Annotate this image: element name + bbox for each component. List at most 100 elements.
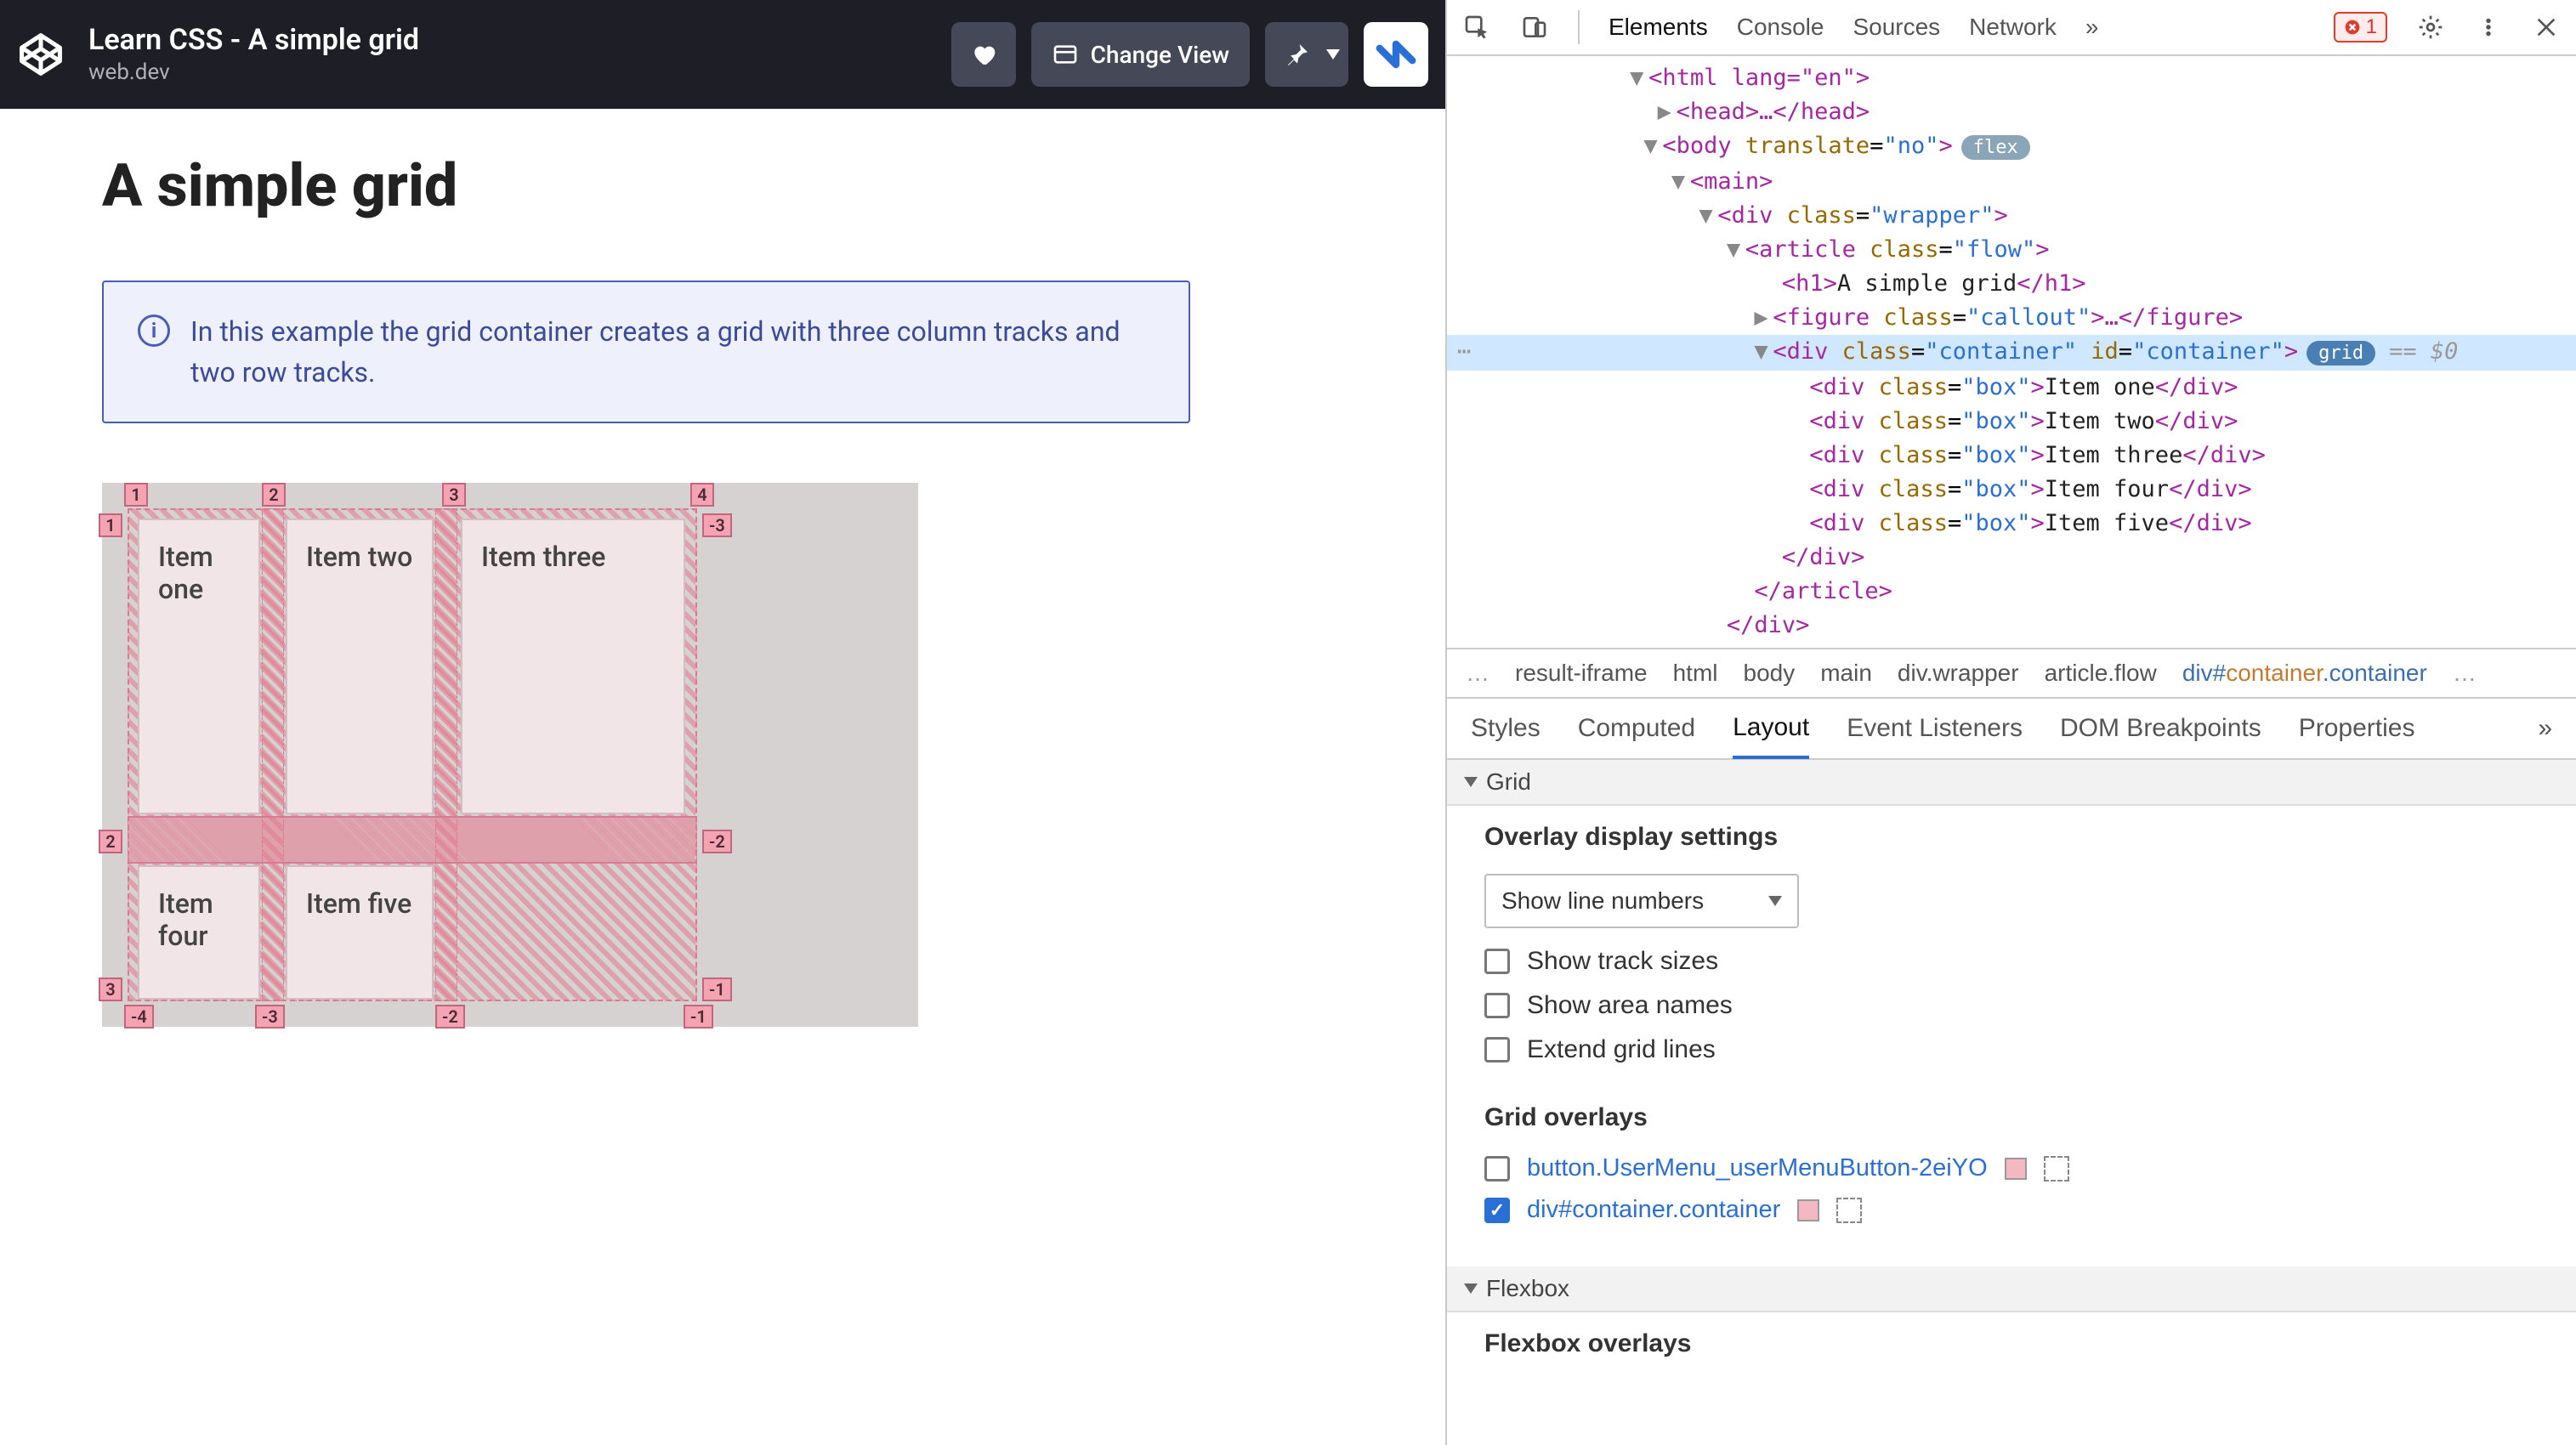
dom-line[interactable]: <div class="box">Item two</div>	[1447, 405, 2576, 439]
grid-container[interactable]: Item one Item two Item three Item four I…	[128, 508, 697, 1001]
error-count: 1	[2366, 15, 2377, 39]
overlay-label[interactable]: button.UserMenu_userMenuButton-2eiYO	[1527, 1154, 1988, 1182]
dom-line[interactable]: ▼<div class="wrapper">	[1447, 199, 2576, 233]
breadcrumb-ell-right[interactable]: …	[2453, 660, 2477, 687]
header-right: Change View	[951, 22, 1428, 87]
crumb[interactable]: main	[1820, 660, 1872, 687]
tab-network[interactable]: Network	[1969, 14, 2057, 41]
dom-line[interactable]: ▶<figure class="callout">…</figure>	[1447, 301, 2576, 335]
overlay-label[interactable]: div#container.container	[1527, 1196, 1780, 1224]
overlay-checkbox[interactable]	[1484, 1156, 1510, 1182]
inspect-icon[interactable]	[1462, 13, 1491, 42]
devtools-pane: Elements Console Sources Network » 1 ▼<h…	[1445, 0, 2576, 1445]
dom-line[interactable]: ▶<head>…</head>	[1447, 95, 2576, 129]
tab-elements[interactable]: Elements	[1609, 14, 1708, 41]
overlay-color-swatch[interactable]	[1797, 1199, 1819, 1221]
page-title: A simple grid	[102, 151, 1343, 221]
sponsor-logo-icon[interactable]	[1364, 22, 1428, 87]
row-line-1: 1	[99, 513, 122, 537]
grid-demo-wrap: Item one Item two Item three Item four I…	[102, 483, 918, 1027]
pen-author[interactable]: web.dev	[88, 60, 419, 85]
col-line-n3: -3	[255, 1005, 285, 1028]
subtab-computed[interactable]: Computed	[1578, 714, 1695, 743]
chk-extend-lines[interactable]: Extend grid lines	[1484, 1035, 2539, 1064]
col-line-4: 4	[690, 483, 714, 507]
reveal-icon[interactable]	[2044, 1156, 2069, 1182]
dom-line[interactable]: <h1>A simple grid</h1>	[1447, 267, 2576, 301]
crumb[interactable]: div.wrapper	[1898, 660, 2019, 687]
change-view-button[interactable]: Change View	[1031, 22, 1250, 87]
dom-line[interactable]: ▼<article class="flow">	[1447, 233, 2576, 267]
subtab-dom-breakpoints[interactable]: DOM Breakpoints	[2060, 714, 2261, 743]
dom-breadcrumb[interactable]: … result-iframe html body main div.wrapp…	[1447, 649, 2576, 699]
col-line-n1: -1	[684, 1005, 713, 1028]
heart-button[interactable]	[951, 22, 1016, 87]
grid-pill[interactable]: grid	[2306, 341, 2375, 366]
overlay-row-2[interactable]: div#container.container	[1484, 1196, 2539, 1224]
select-value: Show line numbers	[1501, 887, 1704, 915]
crumb[interactable]: article.flow	[2045, 660, 2157, 687]
dom-line[interactable]: <div class="box">Item five</div>	[1447, 507, 2576, 541]
reveal-icon[interactable]	[1836, 1198, 1862, 1223]
dom-line[interactable]: ▼<body translate="no">flex	[1447, 129, 2576, 165]
line-numbers-select[interactable]: Show line numbers	[1484, 874, 1799, 928]
row-line-n3: -3	[702, 513, 732, 537]
overlay-row-1[interactable]: button.UserMenu_userMenuButton-2eiYO	[1484, 1154, 2539, 1182]
dom-line[interactable]: ▼<main>	[1447, 165, 2576, 199]
subtab-styles[interactable]: Styles	[1471, 714, 1540, 743]
callout: i In this example the grid container cre…	[102, 280, 1190, 423]
col-line-2: 2	[262, 483, 286, 507]
flexbox-section-header[interactable]: Flexbox	[1447, 1266, 2576, 1312]
dom-line[interactable]: <div class="box">Item one</div>	[1447, 371, 2576, 405]
dom-line[interactable]: </div>	[1447, 609, 2576, 643]
dom-line[interactable]: ▼<html lang="en">	[1447, 61, 2576, 95]
pin-dropdown[interactable]	[1318, 22, 1348, 87]
dom-tree[interactable]: ▼<html lang="en"> ▶<head>…</head> ▼<body…	[1447, 56, 2576, 649]
grid-section-header[interactable]: Grid	[1447, 760, 2576, 806]
codepen-header: Learn CSS - A simple grid web.dev Change…	[0, 0, 1445, 109]
overlay-checkbox[interactable]	[1484, 1198, 1510, 1223]
breadcrumb-ell-left[interactable]: …	[1466, 660, 1489, 687]
crumb[interactable]: html	[1673, 660, 1718, 687]
pen-title: Learn CSS - A simple grid	[88, 24, 419, 57]
dom-line[interactable]: </div>	[1447, 541, 2576, 575]
codepen-logo-icon[interactable]	[14, 27, 68, 82]
grid-gap-row-1	[128, 816, 697, 864]
overlay-settings-head: Overlay display settings	[1484, 823, 2539, 852]
devtools-tabbar: Elements Console Sources Network » 1	[1447, 0, 2576, 56]
col-line-1: 1	[124, 483, 148, 507]
overlay-color-swatch[interactable]	[2005, 1158, 2027, 1180]
tab-console[interactable]: Console	[1737, 14, 1824, 41]
subtab-layout[interactable]: Layout	[1733, 713, 1809, 759]
dom-line[interactable]: <div class="box">Item four</div>	[1447, 473, 2576, 507]
crumb[interactable]: body	[1744, 660, 1796, 687]
settings-gear-icon[interactable]	[2416, 13, 2445, 42]
dom-line[interactable]: </article>	[1447, 575, 2576, 609]
dom-line-selected[interactable]: ⋯ ▼<div class="container" id="container"…	[1447, 335, 2576, 371]
subtab-properties[interactable]: Properties	[2299, 714, 2415, 743]
crumb-selected[interactable]: div#container.container	[2182, 660, 2427, 687]
chk-track-sizes[interactable]: Show track sizes	[1484, 947, 2539, 976]
kebab-menu-icon[interactable]	[2474, 13, 2503, 42]
col-line-n2: -2	[435, 1005, 465, 1028]
crumb[interactable]: result-iframe	[1515, 660, 1648, 687]
eq-dollar: == $0	[2389, 338, 2458, 365]
error-badge[interactable]: 1	[2334, 12, 2387, 42]
flexbox-overlays-head: Flexbox overlays	[1484, 1329, 2539, 1358]
subtabs-more[interactable]: »	[2538, 714, 2552, 743]
tab-sources[interactable]: Sources	[1853, 14, 1940, 41]
styles-subtabs: Styles Computed Layout Event Listeners D…	[1447, 699, 2576, 760]
close-devtools-icon[interactable]	[2532, 13, 2561, 42]
layout-panel[interactable]: Grid Overlay display settings Show line …	[1447, 760, 2576, 1445]
subtab-event-listeners[interactable]: Event Listeners	[1847, 714, 2023, 743]
dom-line[interactable]: </main>	[1447, 643, 2576, 649]
tabs-more[interactable]: »	[2085, 14, 2099, 41]
dom-line[interactable]: <div class="box">Item three</div>	[1447, 439, 2576, 473]
device-toggle-icon[interactable]	[1520, 13, 1549, 42]
divider	[1578, 10, 1580, 44]
grid-item-3: Item three	[461, 518, 685, 814]
chk-area-names[interactable]: Show area names	[1484, 991, 2539, 1020]
row-line-3: 3	[99, 978, 122, 1001]
flex-pill[interactable]: flex	[1961, 135, 2030, 160]
title-block: Learn CSS - A simple grid web.dev	[88, 24, 419, 84]
